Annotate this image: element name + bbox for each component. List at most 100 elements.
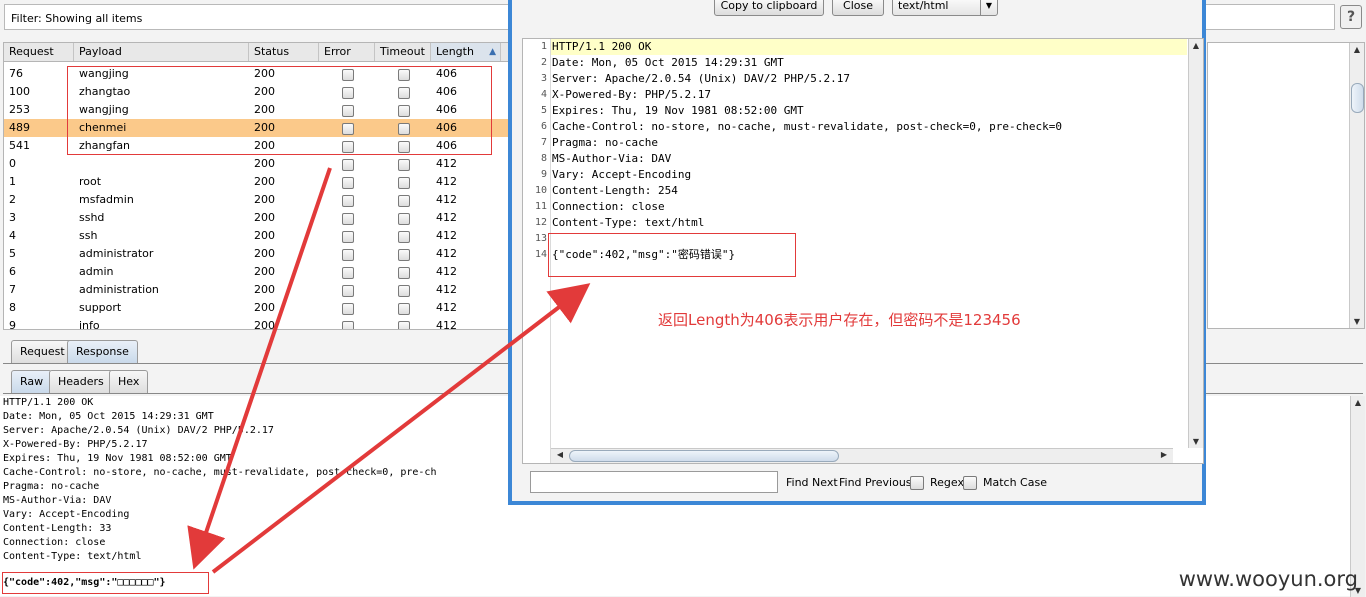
column-error[interactable]: Error	[319, 43, 375, 61]
table-row[interactable]: 1 root 200 412	[4, 173, 509, 191]
close-button[interactable]: Close	[832, 0, 884, 16]
editor-vertical-scrollbar[interactable]: ▲ ▼	[1188, 39, 1203, 448]
timeout-checkbox[interactable]	[398, 321, 410, 329]
results-vertical-scrollbar[interactable]: ▲ ▼	[1349, 43, 1364, 328]
timeout-checkbox[interactable]	[398, 249, 410, 261]
raw-line: Date: Mon, 05 Oct 2015 14:29:31 GMT	[3, 411, 214, 422]
raw-line: MS-Author-Via: DAV	[3, 495, 112, 506]
table-row[interactable]: 2 msfadmin 200 412	[4, 191, 509, 209]
find-previous-button[interactable]: Find Previous	[839, 476, 912, 489]
cell-payload: ssh	[79, 229, 98, 242]
find-next-button[interactable]: Find Next	[786, 476, 838, 489]
cell-request: 9	[9, 319, 16, 330]
cell-status: 200	[254, 229, 275, 242]
editor-hscroll-thumb[interactable]	[569, 450, 839, 462]
tab-response[interactable]: Response	[67, 340, 138, 363]
timeout-checkbox[interactable]	[398, 213, 410, 225]
table-row[interactable]: 0 200 412	[4, 155, 509, 173]
error-checkbox[interactable]	[342, 321, 354, 329]
editor-scroll-up-icon[interactable]: ▲	[1189, 41, 1203, 50]
cell-payload: support	[79, 301, 122, 314]
tab-raw[interactable]: Raw	[11, 370, 53, 393]
editor-horizontal-scrollbar[interactable]: ◀ ▶	[551, 448, 1173, 463]
line-number: 11	[534, 201, 547, 212]
line-number: 4	[540, 89, 547, 100]
line-number: 12	[534, 217, 547, 228]
tab-headers[interactable]: Headers	[49, 370, 113, 393]
column-request[interactable]: Request	[4, 43, 74, 61]
copy-to-clipboard-button[interactable]: Copy to clipboard	[714, 0, 824, 16]
cell-request: 5	[9, 247, 16, 260]
editor-scroll-left-icon[interactable]: ◀	[553, 450, 567, 459]
search-input[interactable]	[530, 471, 778, 493]
editor-scroll-right-icon[interactable]: ▶	[1157, 450, 1171, 459]
sort-ascending-icon: ▲	[489, 47, 496, 57]
scroll-up-icon[interactable]: ▲	[1350, 45, 1364, 54]
table-row[interactable]: 5 administrator 200 412	[4, 245, 509, 263]
column-length[interactable]: Length ▲	[431, 43, 501, 61]
line-number: 9	[540, 169, 547, 180]
raw-scroll-up-icon[interactable]: ▲	[1351, 398, 1365, 407]
cell-status: 200	[254, 319, 275, 330]
content-type-select[interactable]: text/html ▼	[892, 0, 998, 16]
column-timeout[interactable]: Timeout	[375, 43, 431, 61]
cell-length: 412	[436, 175, 457, 188]
cell-length: 412	[436, 157, 457, 170]
raw-line: Server: Apache/2.0.54 (Unix) DAV/2 PHP/5…	[3, 425, 274, 436]
cell-request: 541	[9, 139, 30, 152]
tab-hex[interactable]: Hex	[109, 370, 149, 393]
column-status[interactable]: Status	[249, 43, 319, 61]
table-row[interactable]: 9 info 200 412	[4, 317, 509, 330]
scroll-down-icon[interactable]: ▼	[1350, 317, 1364, 326]
editor-scroll-thumb[interactable]	[1189, 39, 1203, 229]
timeout-checkbox[interactable]	[398, 231, 410, 243]
cell-request: 253	[9, 103, 30, 116]
tab-request[interactable]: Request	[11, 340, 74, 363]
cell-request: 76	[9, 67, 23, 80]
error-checkbox[interactable]	[342, 159, 354, 171]
match-case-label: Match Case	[983, 476, 1047, 489]
cell-request: 6	[9, 265, 16, 278]
cell-status: 200	[254, 301, 275, 314]
timeout-checkbox[interactable]	[398, 177, 410, 189]
regex-checkbox[interactable]	[910, 476, 924, 490]
error-checkbox[interactable]	[342, 195, 354, 207]
timeout-checkbox[interactable]	[398, 195, 410, 207]
cell-payload: info	[79, 319, 100, 330]
error-checkbox[interactable]	[342, 285, 354, 297]
error-checkbox[interactable]	[342, 231, 354, 243]
table-row[interactable]: 8 support 200 412	[4, 299, 509, 317]
match-case-checkbox[interactable]	[963, 476, 977, 490]
line-number: 1	[540, 41, 547, 52]
error-checkbox[interactable]	[342, 213, 354, 225]
error-checkbox[interactable]	[342, 177, 354, 189]
column-payload[interactable]: Payload	[74, 43, 249, 61]
cell-request: 8	[9, 301, 16, 314]
cell-status: 200	[254, 247, 275, 260]
timeout-checkbox[interactable]	[398, 267, 410, 279]
table-row[interactable]: 3 sshd 200 412	[4, 209, 509, 227]
table-header: Request Payload Status Error Timeout Len…	[4, 43, 509, 62]
code-line: Pragma: no-cache	[552, 136, 658, 149]
cell-request: 0	[9, 157, 16, 170]
table-row[interactable]: 4 ssh 200 412	[4, 227, 509, 245]
line-number: 7	[540, 137, 547, 148]
raw-line: Content-Type: text/html	[3, 551, 142, 562]
scroll-thumb[interactable]	[1351, 83, 1364, 113]
timeout-checkbox[interactable]	[398, 159, 410, 171]
filter-text: Filter: Showing all items	[11, 12, 143, 25]
editor-scroll-down-icon[interactable]: ▼	[1189, 437, 1203, 446]
timeout-checkbox[interactable]	[398, 303, 410, 315]
error-checkbox[interactable]	[342, 303, 354, 315]
timeout-checkbox[interactable]	[398, 285, 410, 297]
error-checkbox[interactable]	[342, 267, 354, 279]
cell-length: 412	[436, 211, 457, 224]
error-checkbox[interactable]	[342, 249, 354, 261]
content-type-value: text/html	[898, 0, 949, 12]
table-row[interactable]: 6 admin 200 412	[4, 263, 509, 281]
line-number: 5	[540, 105, 547, 116]
help-button[interactable]: ?	[1340, 5, 1362, 29]
cell-status: 200	[254, 265, 275, 278]
code-line: Date: Mon, 05 Oct 2015 14:29:31 GMT	[552, 56, 784, 69]
table-row[interactable]: 7 administration 200 412	[4, 281, 509, 299]
